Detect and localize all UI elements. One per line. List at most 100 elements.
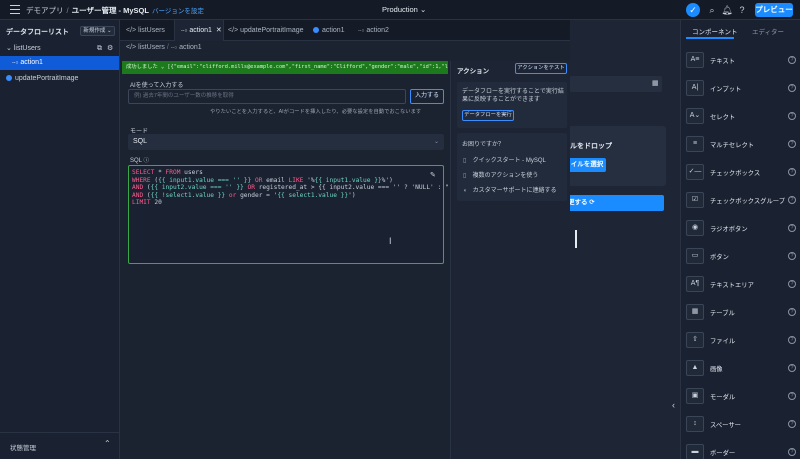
component-file[interactable]: ⇧ ファイル? <box>684 330 798 352</box>
sql-code[interactable]: SELECT * FROM users WHERE ({{ input1.valu… <box>132 169 471 207</box>
dataflow-sidebar: データフローリスト 新規作成 ⌄ ⌄ listUsers ⧉ ⚙ --○ act… <box>0 20 120 459</box>
sidebar-item-listusers[interactable]: ⌄ listUsers ⧉ ⚙ <box>0 42 119 56</box>
check-icon[interactable]: ✓ <box>686 3 700 17</box>
run-dataflow-card: データフローを実行することで実行結果に反映することができます データフローを実行 <box>457 82 567 128</box>
component-checkbox[interactable]: ✓— チェックボックス? <box>684 162 798 184</box>
help-icon[interactable]: ? <box>788 392 796 400</box>
bell-icon[interactable]: 🔔︎ <box>721 4 733 16</box>
select-file-button[interactable]: イルを選択 <box>568 158 606 172</box>
tab-updateportraitimage[interactable]: </> updatePortraitImage <box>228 20 304 41</box>
execution-result-bar[interactable]: 成功しました ⌄ [{"email":"clifford.mills@examp… <box>122 61 448 74</box>
help-icon[interactable]: ? <box>788 112 796 120</box>
component-border[interactable]: ▬ ボーダー? <box>684 442 798 459</box>
tab-listusers[interactable]: </> listUsers <box>126 20 165 41</box>
state-management-section[interactable]: 状態管理 ⌃ <box>0 432 119 459</box>
close-icon[interactable]: ✕ <box>216 27 222 34</box>
border-icon: ▬ <box>686 444 704 459</box>
hamburger-menu-icon[interactable] <box>10 5 20 14</box>
preview-button[interactable]: プレビュー <box>755 3 793 17</box>
help-icon[interactable]: ? <box>788 252 796 260</box>
help-icon[interactable]: ? <box>788 336 796 344</box>
table-icon: ▦ <box>686 304 704 320</box>
component-checkbox-group[interactable]: ☑ チェックボックスグループ? <box>684 190 798 212</box>
tab-action1-alt[interactable]: action1 <box>313 20 345 41</box>
environment-selector[interactable]: Production ⌄ <box>382 5 426 14</box>
help-icon[interactable]: ? <box>788 280 796 288</box>
radio-icon: ◉ <box>686 220 704 236</box>
tab-action2[interactable]: --○ action2 <box>358 20 389 41</box>
component-image[interactable]: ▲ 画像? <box>684 358 798 380</box>
component-label: テキスト <box>710 58 735 65</box>
magic-wand-icon[interactable]: ✎ <box>430 171 436 179</box>
component-label: インプット <box>710 86 742 93</box>
settings-icon[interactable]: ⚙ <box>107 42 113 56</box>
component-table[interactable]: ▦ テーブル? <box>684 302 798 324</box>
top-header: デモアプリ / ユーザー管理 - MySQL バージョンを設定 Production … <box>0 0 800 20</box>
app-title: ユーザー管理 - MySQL <box>71 6 149 15</box>
code-line: AND ({{ input2.value === '' }} OR regist… <box>132 184 472 192</box>
help-icon[interactable]: ? <box>788 56 796 64</box>
help-icon[interactable]: ? <box>788 448 796 456</box>
search-icon[interactable]: ⌕ <box>706 4 718 16</box>
checkbox-group-icon: ☑ <box>686 192 704 208</box>
component-label: ファイル <box>710 338 736 345</box>
component-spacer[interactable]: ↕ スペーサー? <box>684 414 798 436</box>
version-link[interactable]: バージョンを設定 <box>152 8 204 15</box>
mode-select[interactable]: SQL ⌄ <box>128 134 444 150</box>
component-textarea[interactable]: A¶ テキストエリア? <box>684 274 798 296</box>
component-radio[interactable]: ◉ ラジオボタン? <box>684 218 798 240</box>
component-modal[interactable]: ▣ モーダル? <box>684 386 798 408</box>
component-button[interactable]: ▭ ボタン? <box>684 246 798 268</box>
help-link-multiple-actions[interactable]: ▯ 複数のアクションを使う <box>463 170 538 179</box>
component-label: ラジオボタン <box>710 226 748 233</box>
calendar-icon: ▦ <box>652 80 659 87</box>
help-icon[interactable]: ? <box>736 4 748 16</box>
help-icon[interactable]: ? <box>788 168 796 176</box>
test-action-button[interactable]: アクションをテスト <box>515 63 567 74</box>
code-line: WHERE ({{ input1.value === '' }} OR emai… <box>132 176 393 184</box>
help-link-support[interactable]: ◖ カスタマーサポートに連絡する <box>463 185 557 194</box>
component-input[interactable]: A| インプット? <box>684 78 798 100</box>
text-cursor-icon: I <box>389 236 392 246</box>
drop-zone-title: ルをドロップ <box>570 143 612 150</box>
component-label: 画像 <box>710 366 723 373</box>
help-icon[interactable]: ? <box>788 364 796 372</box>
tab-editor[interactable]: エディター <box>752 26 784 36</box>
sidebar-item-updateportraitimage[interactable]: updatePortraitImage <box>0 72 119 86</box>
sql-code-editor[interactable]: SELECT * FROM users WHERE ({{ input1.valu… <box>128 165 471 264</box>
update-button[interactable]: 更する ⟳ <box>560 195 664 211</box>
component-label: テーブル <box>710 310 735 317</box>
tab-action1[interactable]: --○ action1 ✕ <box>174 20 224 41</box>
active-tab-indicator <box>686 37 734 39</box>
help-icon[interactable]: ? <box>788 196 796 204</box>
canvas-cursor <box>575 230 577 248</box>
component-multiselect[interactable]: ≡ マルチセレクト? <box>684 134 798 156</box>
component-select[interactable]: A⌄ セレクト? <box>684 106 798 128</box>
help-icon[interactable]: ? <box>788 308 796 316</box>
canvas-date-input[interactable]: ▦ <box>570 76 662 92</box>
chevron-up-icon[interactable]: ⌃ <box>104 439 111 448</box>
file-drop-card[interactable] <box>560 126 666 186</box>
sql-label: SQL ⓘ <box>130 158 149 164</box>
collapse-panel-icon[interactable]: ‹ <box>672 400 682 418</box>
breadcrumb-home[interactable]: デモアプリ <box>26 6 64 15</box>
multiselect-icon: ≡ <box>686 136 704 152</box>
component-text[interactable]: A≡ テキスト? <box>684 50 798 72</box>
help-icon[interactable]: ? <box>788 84 796 92</box>
actions-title: アクション <box>457 68 490 75</box>
help-link-quickstart[interactable]: ▯ クイックスタート - MySQL <box>463 155 546 164</box>
new-dataflow-button[interactable]: 新規作成 ⌄ <box>80 26 115 36</box>
ai-prompt-input[interactable]: 例) 過去7年間のユーザー数の推移を取得 <box>128 89 406 104</box>
code-line: SELECT * FROM users <box>132 169 203 176</box>
copy-icon[interactable]: ⧉ <box>97 42 102 56</box>
ai-help-text: やりたいことを入力すると、AIがコードを挿入したり、必要な設定を自動でおこないま… <box>210 109 422 115</box>
dataflow-icon <box>6 75 12 82</box>
sidebar-item-action1[interactable]: --○ action1 <box>0 56 119 70</box>
help-icon[interactable]: ? <box>788 224 796 232</box>
component-label: スペーサー <box>710 422 741 429</box>
help-icon[interactable]: ? <box>788 140 796 148</box>
help-icon[interactable]: ? <box>788 420 796 428</box>
ai-insert-button[interactable]: 入力する <box>410 89 444 104</box>
tab-components[interactable]: コンポーネント <box>692 26 738 36</box>
run-dataflow-button[interactable]: データフローを実行 <box>462 110 514 121</box>
